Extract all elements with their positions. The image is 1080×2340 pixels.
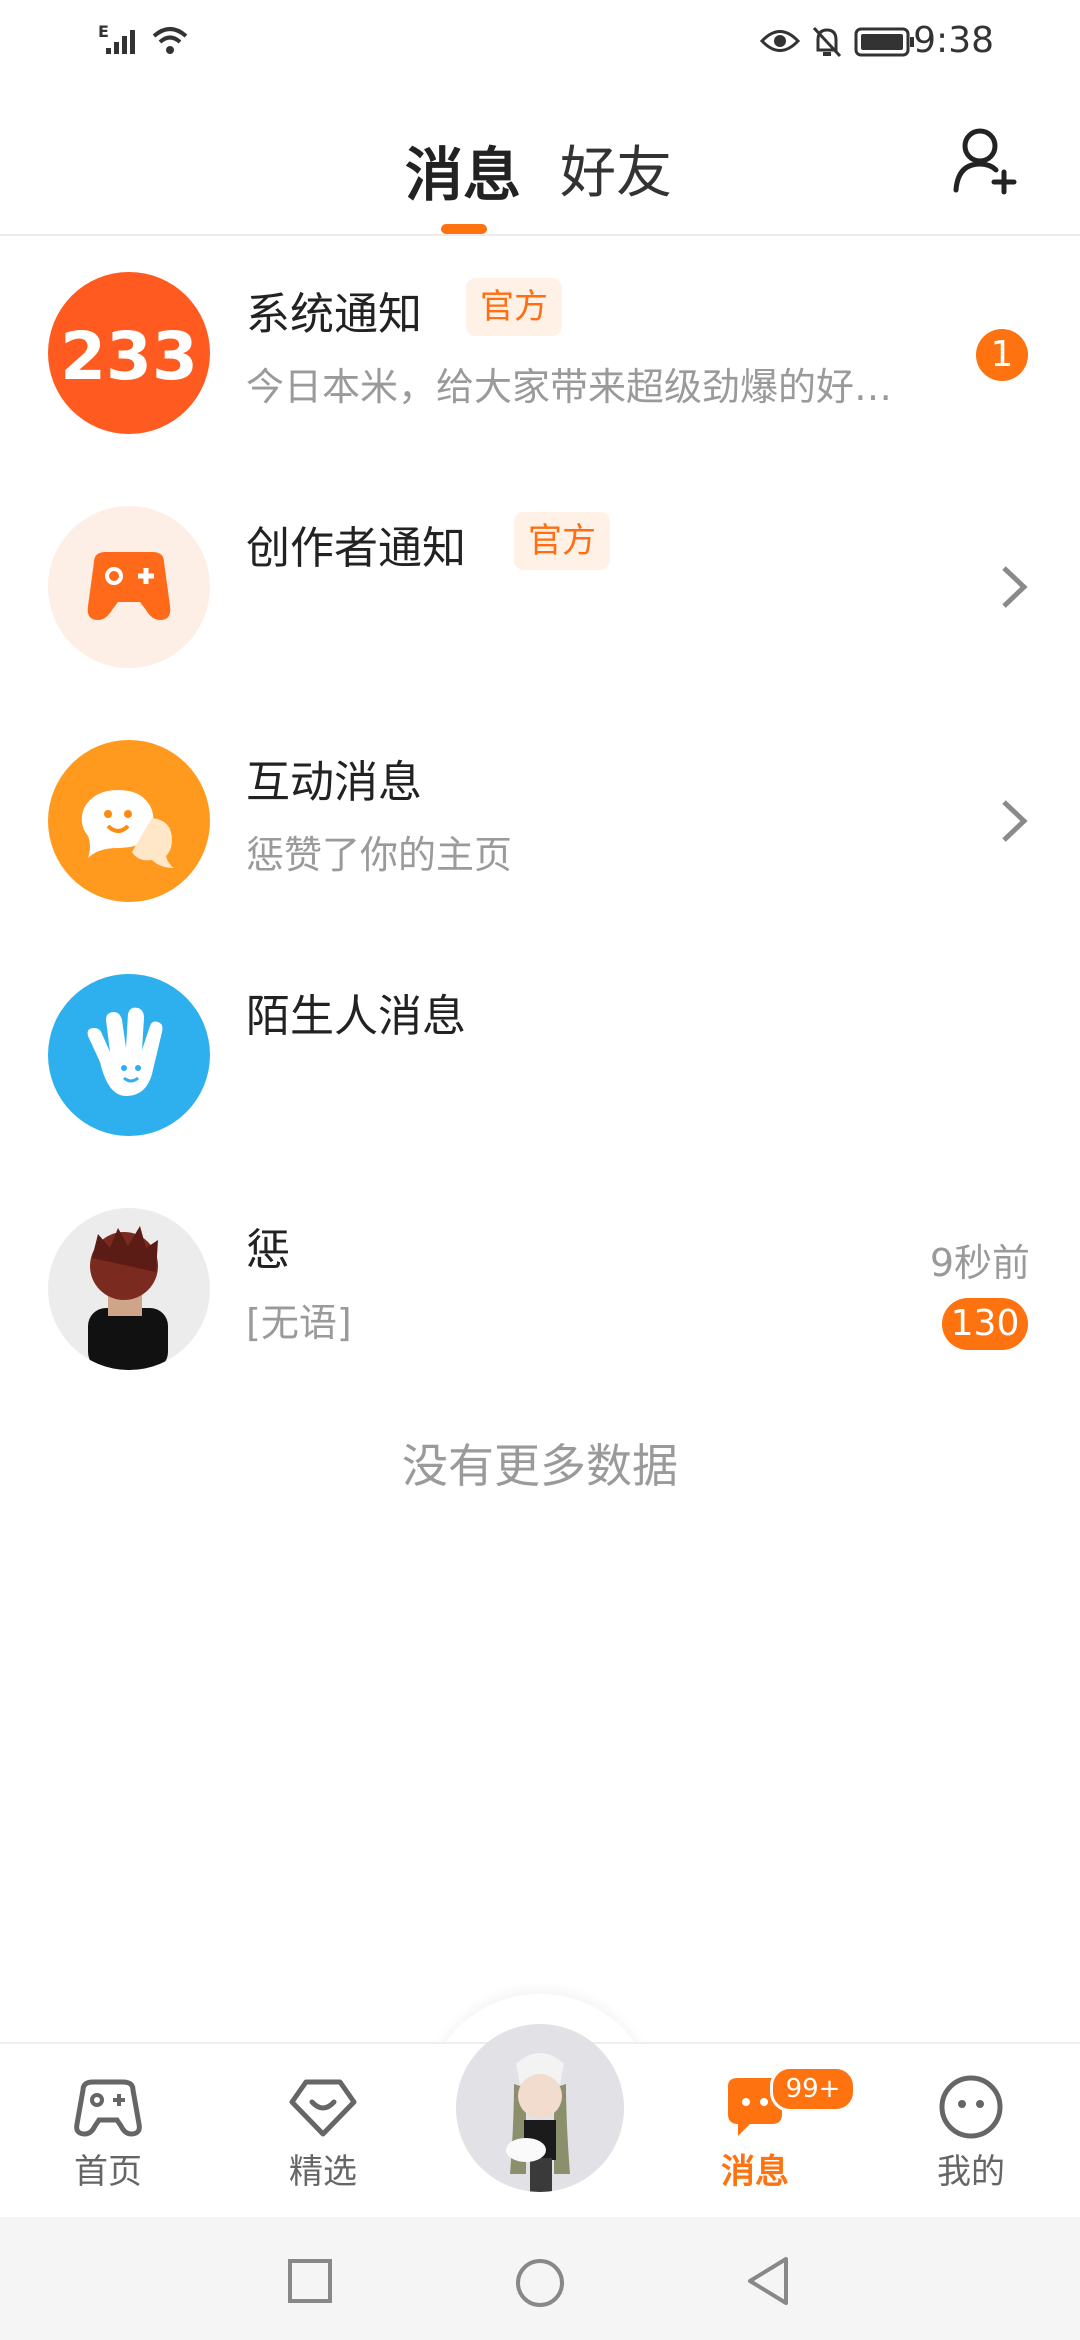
face-icon	[939, 2075, 1003, 2139]
center-avatar-button[interactable]	[456, 2024, 624, 2192]
nav-label: 消息	[721, 2152, 789, 2192]
list-item-user-chat[interactable]: 惩 [无语] 9秒前 130	[0, 1172, 1080, 1406]
gamepad-icon	[87, 552, 171, 620]
messages-nav-badge: 99+	[770, 2066, 856, 2112]
recent-apps-icon[interactable]	[286, 2257, 334, 2305]
list-item-creator-notice[interactable]: 创作者通知 官方	[0, 470, 1080, 704]
creator-notice-avatar	[48, 506, 210, 668]
wifi-icon	[152, 27, 188, 54]
mute-bell-icon	[812, 26, 842, 58]
heart-box-icon	[289, 2079, 357, 2137]
top-tab-bar: 消息 好友	[0, 90, 1080, 236]
logo-233: 233	[60, 318, 198, 395]
no-more-data: 没有更多数据	[402, 1439, 678, 1493]
nav-home[interactable]: 首页	[33, 2074, 183, 2193]
row-preview: 今日本米，给大家带来超级劲爆的好…	[246, 365, 893, 409]
character-avatar-image	[456, 2024, 624, 2192]
unread-badge: 1	[976, 329, 1028, 381]
nav-label: 首页	[74, 2152, 142, 2192]
battery-icon	[854, 27, 914, 57]
list-item-system-notice[interactable]: 233 系统通知 官方 今日本米，给大家带来超级劲爆的好… 1	[0, 236, 1080, 470]
tab-friends[interactable]: 好友	[560, 128, 672, 209]
row-preview: 惩赞了你的主页	[246, 833, 513, 877]
nav-label: 精选	[289, 2152, 357, 2192]
message-time: 9秒前	[929, 1241, 1030, 1285]
user-avatar	[48, 1208, 210, 1370]
nav-featured[interactable]: 精选	[248, 2074, 398, 2193]
chevron-right-icon	[1002, 566, 1028, 608]
system-navigation-bar	[0, 2217, 1080, 2340]
row-preview: [无语]	[246, 1301, 352, 1345]
gamepad-icon	[74, 2079, 142, 2137]
official-tag: 官方	[466, 278, 562, 336]
row-title: 创作者通知	[246, 523, 466, 574]
nav-profile[interactable]: 我的	[896, 2074, 1046, 2193]
status-bar: E 9:38	[0, 0, 1080, 90]
status-time: 9:38	[913, 20, 994, 61]
active-tab-indicator	[441, 224, 487, 234]
official-tag: 官方	[514, 512, 610, 570]
signal-icon	[106, 30, 135, 54]
add-friend-icon[interactable]	[950, 126, 1020, 196]
user-avatar-image	[88, 1226, 168, 1370]
row-title: 系统通知	[246, 289, 422, 340]
row-title: 惩	[246, 1225, 290, 1276]
nav-label: 我的	[937, 2152, 1005, 2192]
waving-hand-icon	[87, 1007, 163, 1096]
stranger-avatar	[48, 974, 210, 1136]
chat-bubble-icon	[81, 790, 174, 868]
home-icon[interactable]	[514, 2257, 566, 2309]
tab-messages[interactable]: 消息	[405, 128, 521, 212]
list-item-interaction-messages[interactable]: 互动消息 惩赞了你的主页	[0, 704, 1080, 938]
list-item-stranger-messages[interactable]: 陌生人消息	[0, 938, 1080, 1172]
eye-icon	[760, 30, 800, 52]
interaction-avatar	[48, 740, 210, 902]
system-notice-avatar: 233	[48, 272, 210, 434]
back-icon[interactable]	[744, 2255, 792, 2307]
unread-badge: 130	[942, 1298, 1028, 1350]
chevron-right-icon	[1002, 800, 1028, 842]
row-title: 陌生人消息	[246, 991, 466, 1042]
row-title: 互动消息	[246, 757, 422, 808]
